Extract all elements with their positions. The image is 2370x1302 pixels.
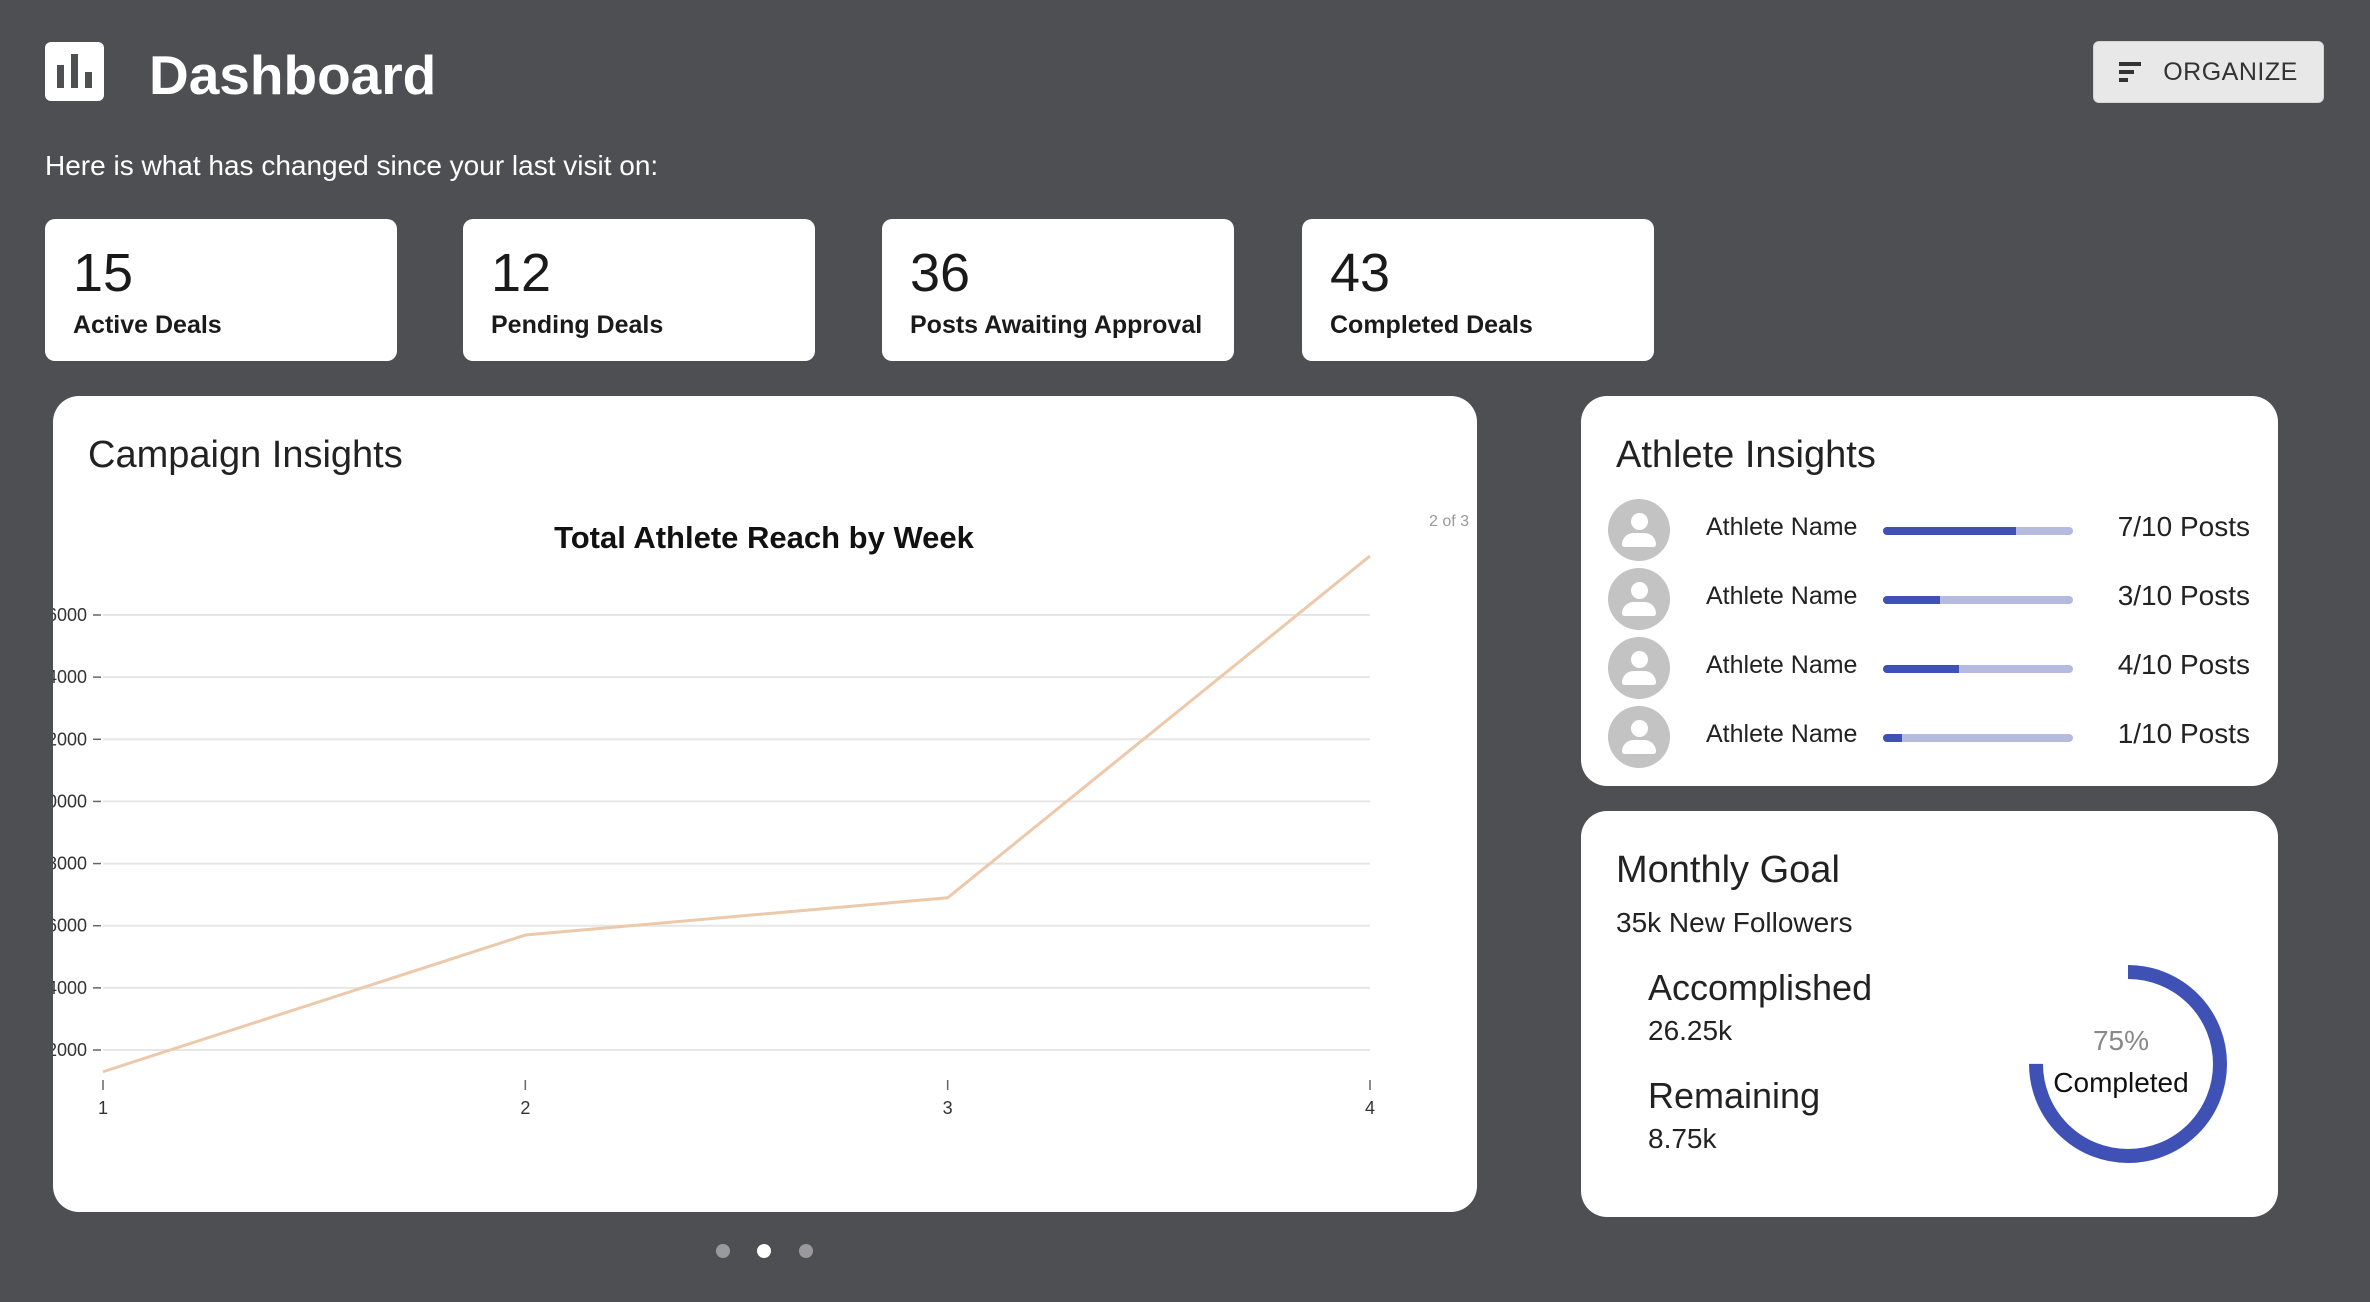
goal-completed-label: Completed — [2053, 1067, 2189, 1098]
x-tick-label: 1 — [98, 1098, 108, 1118]
x-tick-label: 3 — [943, 1098, 953, 1118]
stat-label: Completed Deals — [1330, 311, 1533, 339]
reach-line-chart: Total Athlete Reach by Week 2 of 3 2000 4… — [53, 513, 1469, 1118]
athlete-name: Athlete Name — [1706, 582, 1858, 610]
y-tick-label: 16000 — [53, 605, 87, 625]
y-tick-label: 12000 — [53, 729, 87, 749]
dashboard-logo-icon — [45, 42, 104, 101]
page-title: Dashboard — [149, 44, 437, 106]
chart-pager[interactable]: 2 of 3 — [1429, 513, 1469, 530]
carousel-dot-1[interactable] — [716, 1244, 730, 1258]
athlete-name: Athlete Name — [1706, 513, 1858, 541]
stat-value: 43 — [1330, 243, 1391, 303]
x-tick-label: 4 — [1365, 1098, 1375, 1118]
athlete-insights-title: Athlete Insights — [1616, 434, 1876, 476]
athlete-posts-count: 7/10 Posts — [2117, 511, 2250, 542]
athlete-progress-bar — [1883, 665, 2073, 673]
organize-button[interactable]: ORGANIZE — [2093, 41, 2324, 103]
stat-label: Posts Awaiting Approval — [910, 311, 1203, 339]
series-line — [102, 554, 1371, 1074]
athlete-row[interactable]: Athlete Name 1/10 Posts — [1581, 706, 2278, 768]
x-tick-label: 2 — [520, 1098, 530, 1118]
athlete-progress-bar — [1883, 734, 2073, 742]
avatar-icon — [1608, 568, 1670, 630]
athlete-progress-bar — [1883, 596, 2073, 604]
sort-icon — [2119, 62, 2142, 82]
y-tick-label: 10000 — [53, 791, 87, 811]
chart-title: Total Athlete Reach by Week — [554, 520, 975, 555]
athlete-row[interactable]: Athlete Name 4/10 Posts — [1581, 637, 2278, 699]
athlete-insights-panel: Athlete Insights Athlete Name 7/10 Posts… — [1581, 396, 2278, 786]
stat-value: 12 — [491, 243, 552, 303]
stat-card-posts-awaiting[interactable]: 36 Posts Awaiting Approval — [882, 219, 1234, 361]
campaign-insights-panel: Campaign Insights Total Athlete Reach by… — [53, 396, 1477, 1212]
athlete-row[interactable]: Athlete Name 7/10 Posts — [1581, 499, 2278, 561]
monthly-goal-panel: Monthly Goal 35k New Followers Accomplis… — [1581, 811, 2278, 1217]
goal-donut — [2029, 965, 2227, 1163]
y-tick-label: 8000 — [53, 854, 87, 874]
carousel-dot-3[interactable] — [799, 1244, 813, 1258]
stat-label: Pending Deals — [491, 311, 664, 339]
athlete-name: Athlete Name — [1706, 651, 1858, 679]
y-tick-label: 14000 — [53, 667, 87, 687]
goal-progress-ring — [2029, 965, 2227, 1163]
last-visit-text: Here is what has changed since your last… — [45, 150, 659, 181]
stat-card-pending-deals[interactable]: 12 Pending Deals — [463, 219, 815, 361]
athlete-posts-count: 3/10 Posts — [2117, 580, 2250, 611]
carousel-dot-2[interactable] — [757, 1244, 771, 1258]
goal-percent: 75% — [2092, 1025, 2150, 1056]
athlete-posts-count: 1/10 Posts — [2117, 718, 2250, 749]
stat-label: Active Deals — [73, 311, 222, 339]
athlete-progress-bar — [1883, 527, 2073, 535]
y-tick-label: 2000 — [53, 1040, 87, 1060]
athlete-row[interactable]: Athlete Name 3/10 Posts — [1581, 568, 2278, 630]
stat-card-completed-deals[interactable]: 43 Completed Deals — [1302, 219, 1654, 361]
y-tick-label: 6000 — [53, 916, 87, 936]
stat-value: 15 — [73, 243, 134, 303]
avatar-icon — [1608, 706, 1670, 768]
stat-value: 36 — [910, 243, 971, 303]
athlete-name: Athlete Name — [1706, 720, 1858, 748]
y-tick-label: 4000 — [53, 978, 87, 998]
organize-label: ORGANIZE — [2163, 57, 2298, 86]
stat-card-active-deals[interactable]: 15 Active Deals — [45, 219, 397, 361]
avatar-icon — [1608, 499, 1670, 561]
avatar-icon — [1608, 637, 1670, 699]
athlete-posts-count: 4/10 Posts — [2117, 649, 2250, 680]
